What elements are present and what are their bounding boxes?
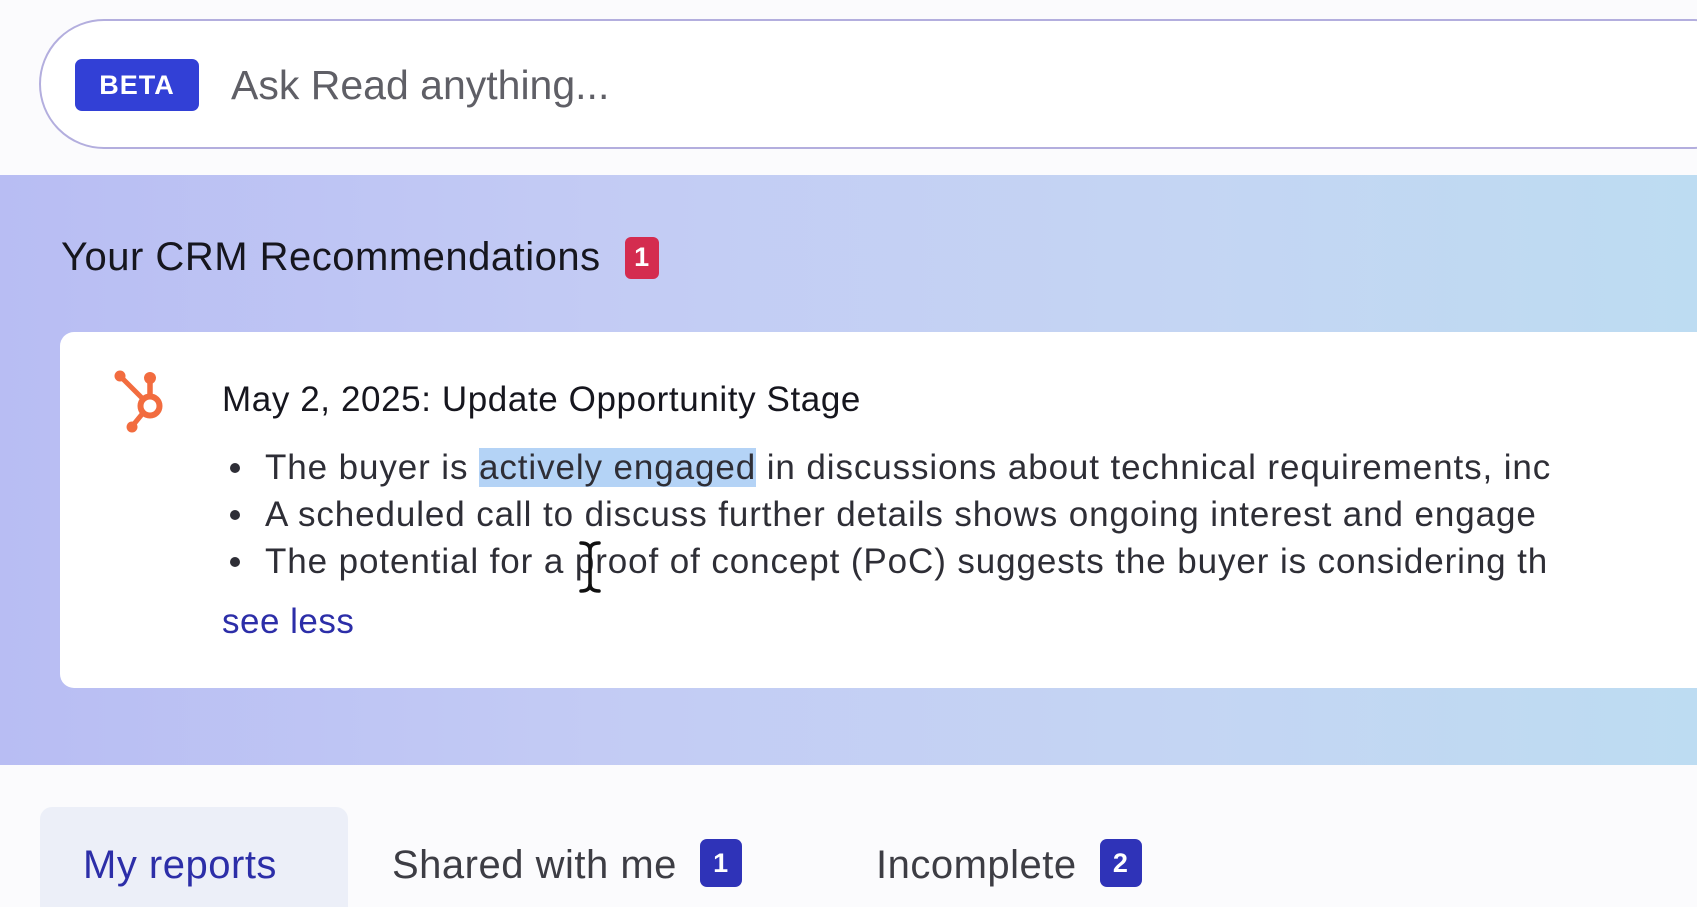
report-tabs: My reports Shared with me 1 Incomplete 2 xyxy=(0,765,1697,907)
tab-shared-with-me[interactable]: Shared with me 1 xyxy=(392,807,742,907)
card-title: May 2, 2025: Update Opportunity Stage xyxy=(222,380,861,419)
search-placeholder[interactable]: Ask Read anything... xyxy=(231,65,609,106)
tab-label: Incomplete xyxy=(876,843,1077,887)
shared-count-badge: 1 xyxy=(699,839,742,887)
search-zone: BETA Ask Read anything... xyxy=(0,0,1697,175)
tab-label: My reports xyxy=(83,843,277,887)
reason-item: A scheduled call to discuss further deta… xyxy=(222,491,1551,538)
recommendations-header: Your CRM Recommendations 1 xyxy=(61,235,659,280)
recommendations-count-badge: 1 xyxy=(624,236,659,279)
reason-text: A scheduled call to discuss further deta… xyxy=(265,495,1537,534)
recommendation-card: May 2, 2025: Update Opportunity Stage Th… xyxy=(60,332,1697,688)
tab-label: Shared with me xyxy=(392,843,677,887)
tab-incomplete[interactable]: Incomplete 2 xyxy=(876,807,1142,907)
see-less-link[interactable]: see less xyxy=(222,602,354,642)
reason-text-after: in discussions about technical requireme… xyxy=(756,448,1552,487)
reason-item: The potential for a proof of concept (Po… xyxy=(222,538,1551,585)
beta-badge: BETA xyxy=(75,59,199,111)
ask-read-search-bar[interactable]: BETA Ask Read anything... xyxy=(39,19,1697,149)
hubspot-icon xyxy=(114,370,163,433)
reason-list: The buyer is actively engaged in discuss… xyxy=(222,444,1551,585)
tab-my-reports[interactable]: My reports xyxy=(40,807,348,907)
reason-text-before: The buyer is xyxy=(265,448,480,487)
text-cursor-icon xyxy=(579,541,601,593)
crm-recommendations-panel: Your CRM Recommendations 1 May 2, 2025: … xyxy=(0,175,1697,765)
reason-item: The buyer is actively engaged in discuss… xyxy=(222,444,1551,491)
selected-text: actively engaged xyxy=(479,448,757,487)
reason-text: The potential for a proof of concept (Po… xyxy=(265,542,1549,581)
recommendations-title: Your CRM Recommendations xyxy=(61,235,601,279)
incomplete-count-badge: 2 xyxy=(1099,839,1142,887)
